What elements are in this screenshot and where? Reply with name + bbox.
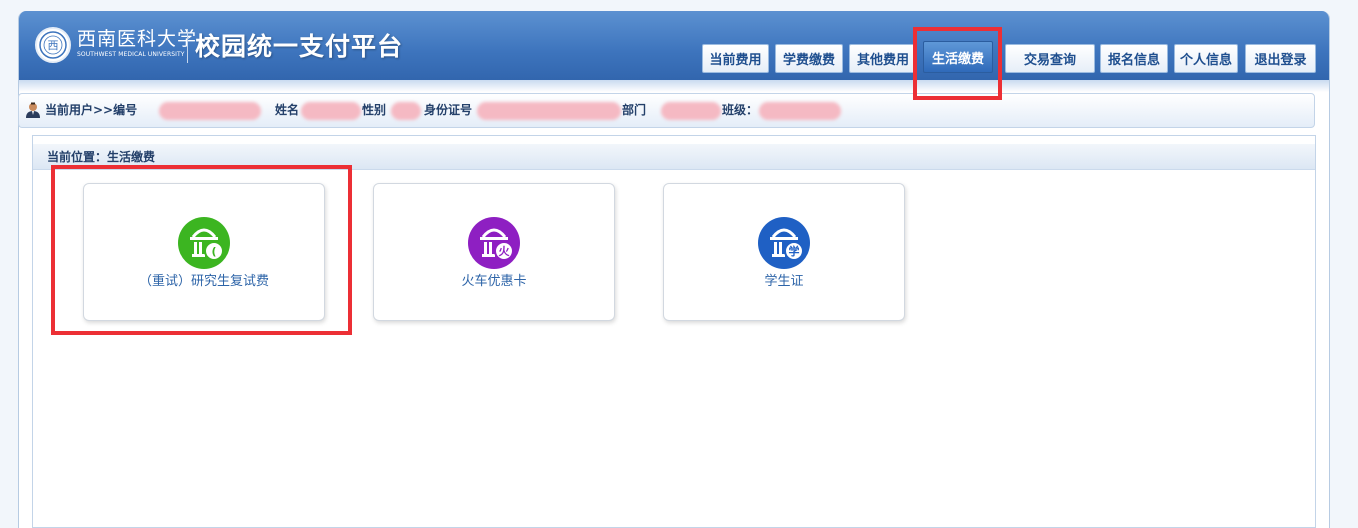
id-card-label: 身份证号 (424, 103, 473, 117)
redacted-id-card (477, 102, 621, 120)
university-name-cn: 西南医科大学 (77, 28, 198, 50)
university-name-en: SOUTHWEST MEDICAL UNIVERSITY (77, 51, 185, 58)
university-seal-icon: 西 (35, 27, 71, 63)
basket-icon: ( (178, 217, 230, 269)
card-badge-char: 学 (789, 244, 800, 258)
department-label: 部门 (622, 103, 647, 117)
redacted-class (759, 102, 841, 120)
card-label: 火车优惠卡 (461, 274, 527, 289)
card-retest-fee[interactable]: ( （重试）研究生复试费 (83, 183, 325, 321)
tab-tuition-payment[interactable]: 学费缴费 (775, 44, 843, 73)
class-label: 班级： (722, 103, 759, 117)
logo-divider (187, 29, 188, 63)
header-bar: 西 西南医科大学 SOUTHWEST MEDICAL UNIVERSITY 校园… (19, 11, 1329, 92)
card-badge-char: ( (211, 245, 216, 258)
redacted-gender (391, 102, 421, 120)
card-label: 学生证 (764, 274, 804, 289)
card-student-id[interactable]: 学 学生证 (663, 183, 905, 321)
breadcrumb: 当前位置：生活缴费 (33, 144, 1315, 170)
tab-personal-info[interactable]: 个人信息 (1174, 44, 1238, 73)
redacted-name (301, 102, 361, 120)
user-info-bar: 当前用户>>编号 姓名 性别 身份证号 部门 班级： (18, 93, 1315, 128)
basket-icon: 火 (468, 217, 520, 269)
name-label: 姓名 (275, 103, 300, 117)
user-avatar-icon (24, 95, 42, 128)
gender-label: 性别 (362, 103, 387, 117)
tab-current-fees[interactable]: 当前费用 (702, 44, 769, 73)
university-logo: 西南医科大学 SOUTHWEST MEDICAL UNIVERSITY (77, 28, 197, 59)
platform-title: 校园统一支付平台 (195, 32, 404, 61)
tab-registration-info[interactable]: 报名信息 (1100, 44, 1168, 73)
redacted-id (159, 102, 261, 120)
current-user-label: 当前用户>>编号 (45, 103, 138, 117)
tab-transaction-query[interactable]: 交易查询 (1005, 44, 1095, 73)
card-label: （重试）研究生复试费 (138, 274, 269, 289)
card-badge-char: 火 (499, 245, 511, 258)
tab-living-payment[interactable]: 生活缴费 (923, 41, 993, 73)
redacted-department (661, 102, 721, 120)
tab-other-fees[interactable]: 其他费用 (849, 44, 917, 73)
card-train-discount[interactable]: 火 火车优惠卡 (373, 183, 615, 321)
tab-logout[interactable]: 退出登录 (1245, 44, 1316, 73)
basket-icon: 学 (758, 217, 810, 269)
seal-char: 西 (48, 39, 59, 52)
